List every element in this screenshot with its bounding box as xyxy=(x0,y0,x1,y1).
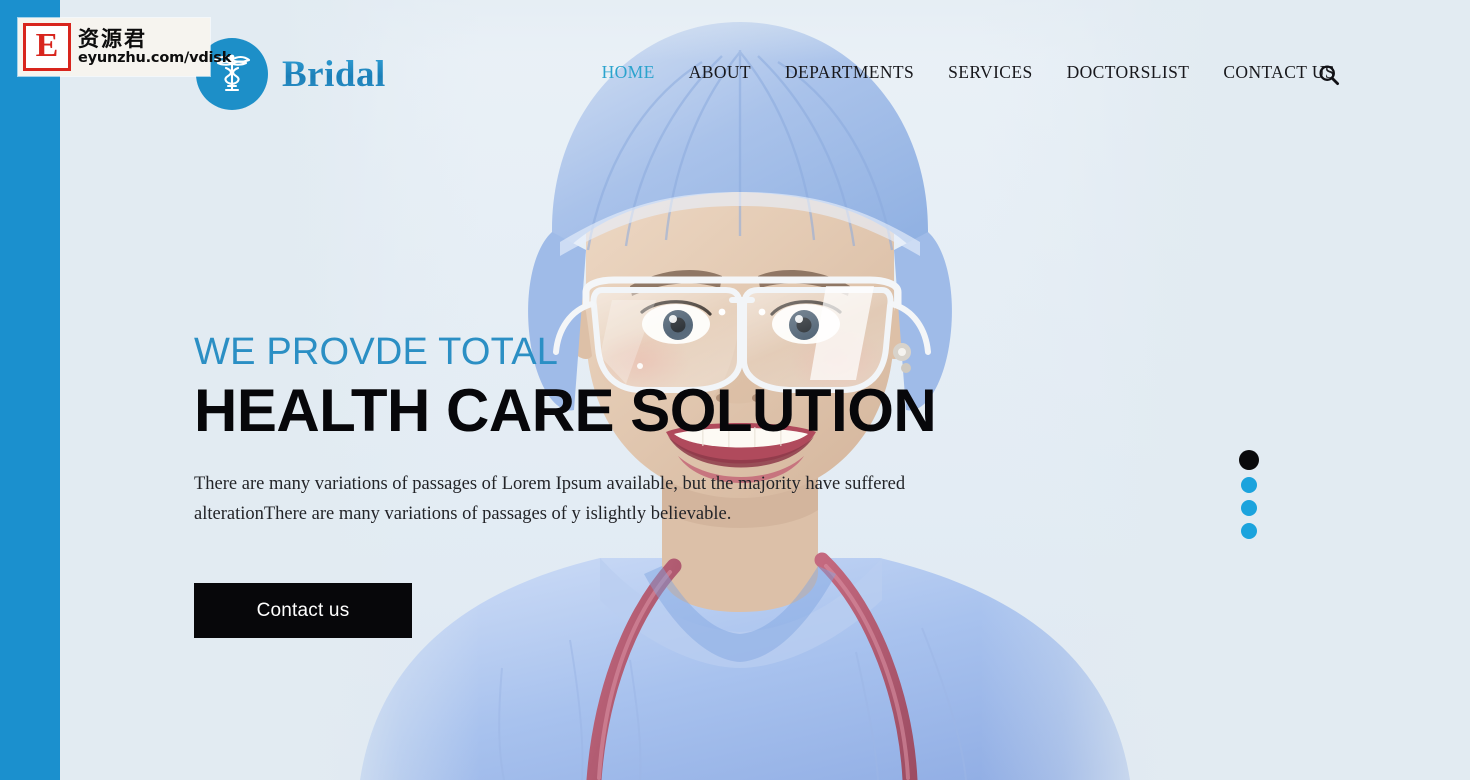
search-icon[interactable] xyxy=(1316,62,1342,88)
hero-eyebrow: WE PROVDE TOTAL xyxy=(194,331,559,373)
watermark-chinese-text: 资源君 xyxy=(78,26,147,51)
contact-us-button[interactable]: Contact us xyxy=(194,583,412,639)
watermark-url: eyunzhu.com/vdisk xyxy=(78,49,232,66)
watermark-logo-letter: E xyxy=(35,27,59,64)
slider-dot-3[interactable] xyxy=(1241,500,1257,516)
watermark-logo-icon: E xyxy=(23,23,71,71)
hero-paragraph: There are many variations of passages of… xyxy=(194,474,906,525)
slider-dot-1[interactable] xyxy=(1239,450,1259,470)
nav-item-services[interactable]: SERVICES xyxy=(931,62,1049,83)
site-header: Bridal HOME ABOUT DEPARTMENTS SERVICES D… xyxy=(0,0,1470,150)
nav-item-about[interactable]: ABOUT xyxy=(672,62,768,83)
watermark-text: 资源君 eyunzhu.com/vdisk xyxy=(78,26,232,67)
brand-name: Bridal xyxy=(282,53,386,95)
hero-headline: HEALTH CARE SOLUTION xyxy=(194,377,937,445)
slider-dot-4[interactable] xyxy=(1241,523,1257,539)
slider-pagination xyxy=(1239,450,1259,539)
hero-content: WE PROVDE TOTAL HEALTH CARE SOLUTION The… xyxy=(194,331,1044,639)
watermark-overlay: E 资源君 eyunzhu.com/vdisk xyxy=(18,18,231,76)
nav-item-doctorslist[interactable]: DOCTORSLIST xyxy=(1050,62,1207,83)
slider-dot-2[interactable] xyxy=(1241,477,1257,493)
nav-item-home[interactable]: HOME xyxy=(585,62,672,83)
nav-item-departments[interactable]: DEPARTMENTS xyxy=(768,62,931,83)
page-root: Bridal HOME ABOUT DEPARTMENTS SERVICES D… xyxy=(0,0,1470,780)
main-navigation: HOME ABOUT DEPARTMENTS SERVICES DOCTORSL… xyxy=(585,62,1352,83)
